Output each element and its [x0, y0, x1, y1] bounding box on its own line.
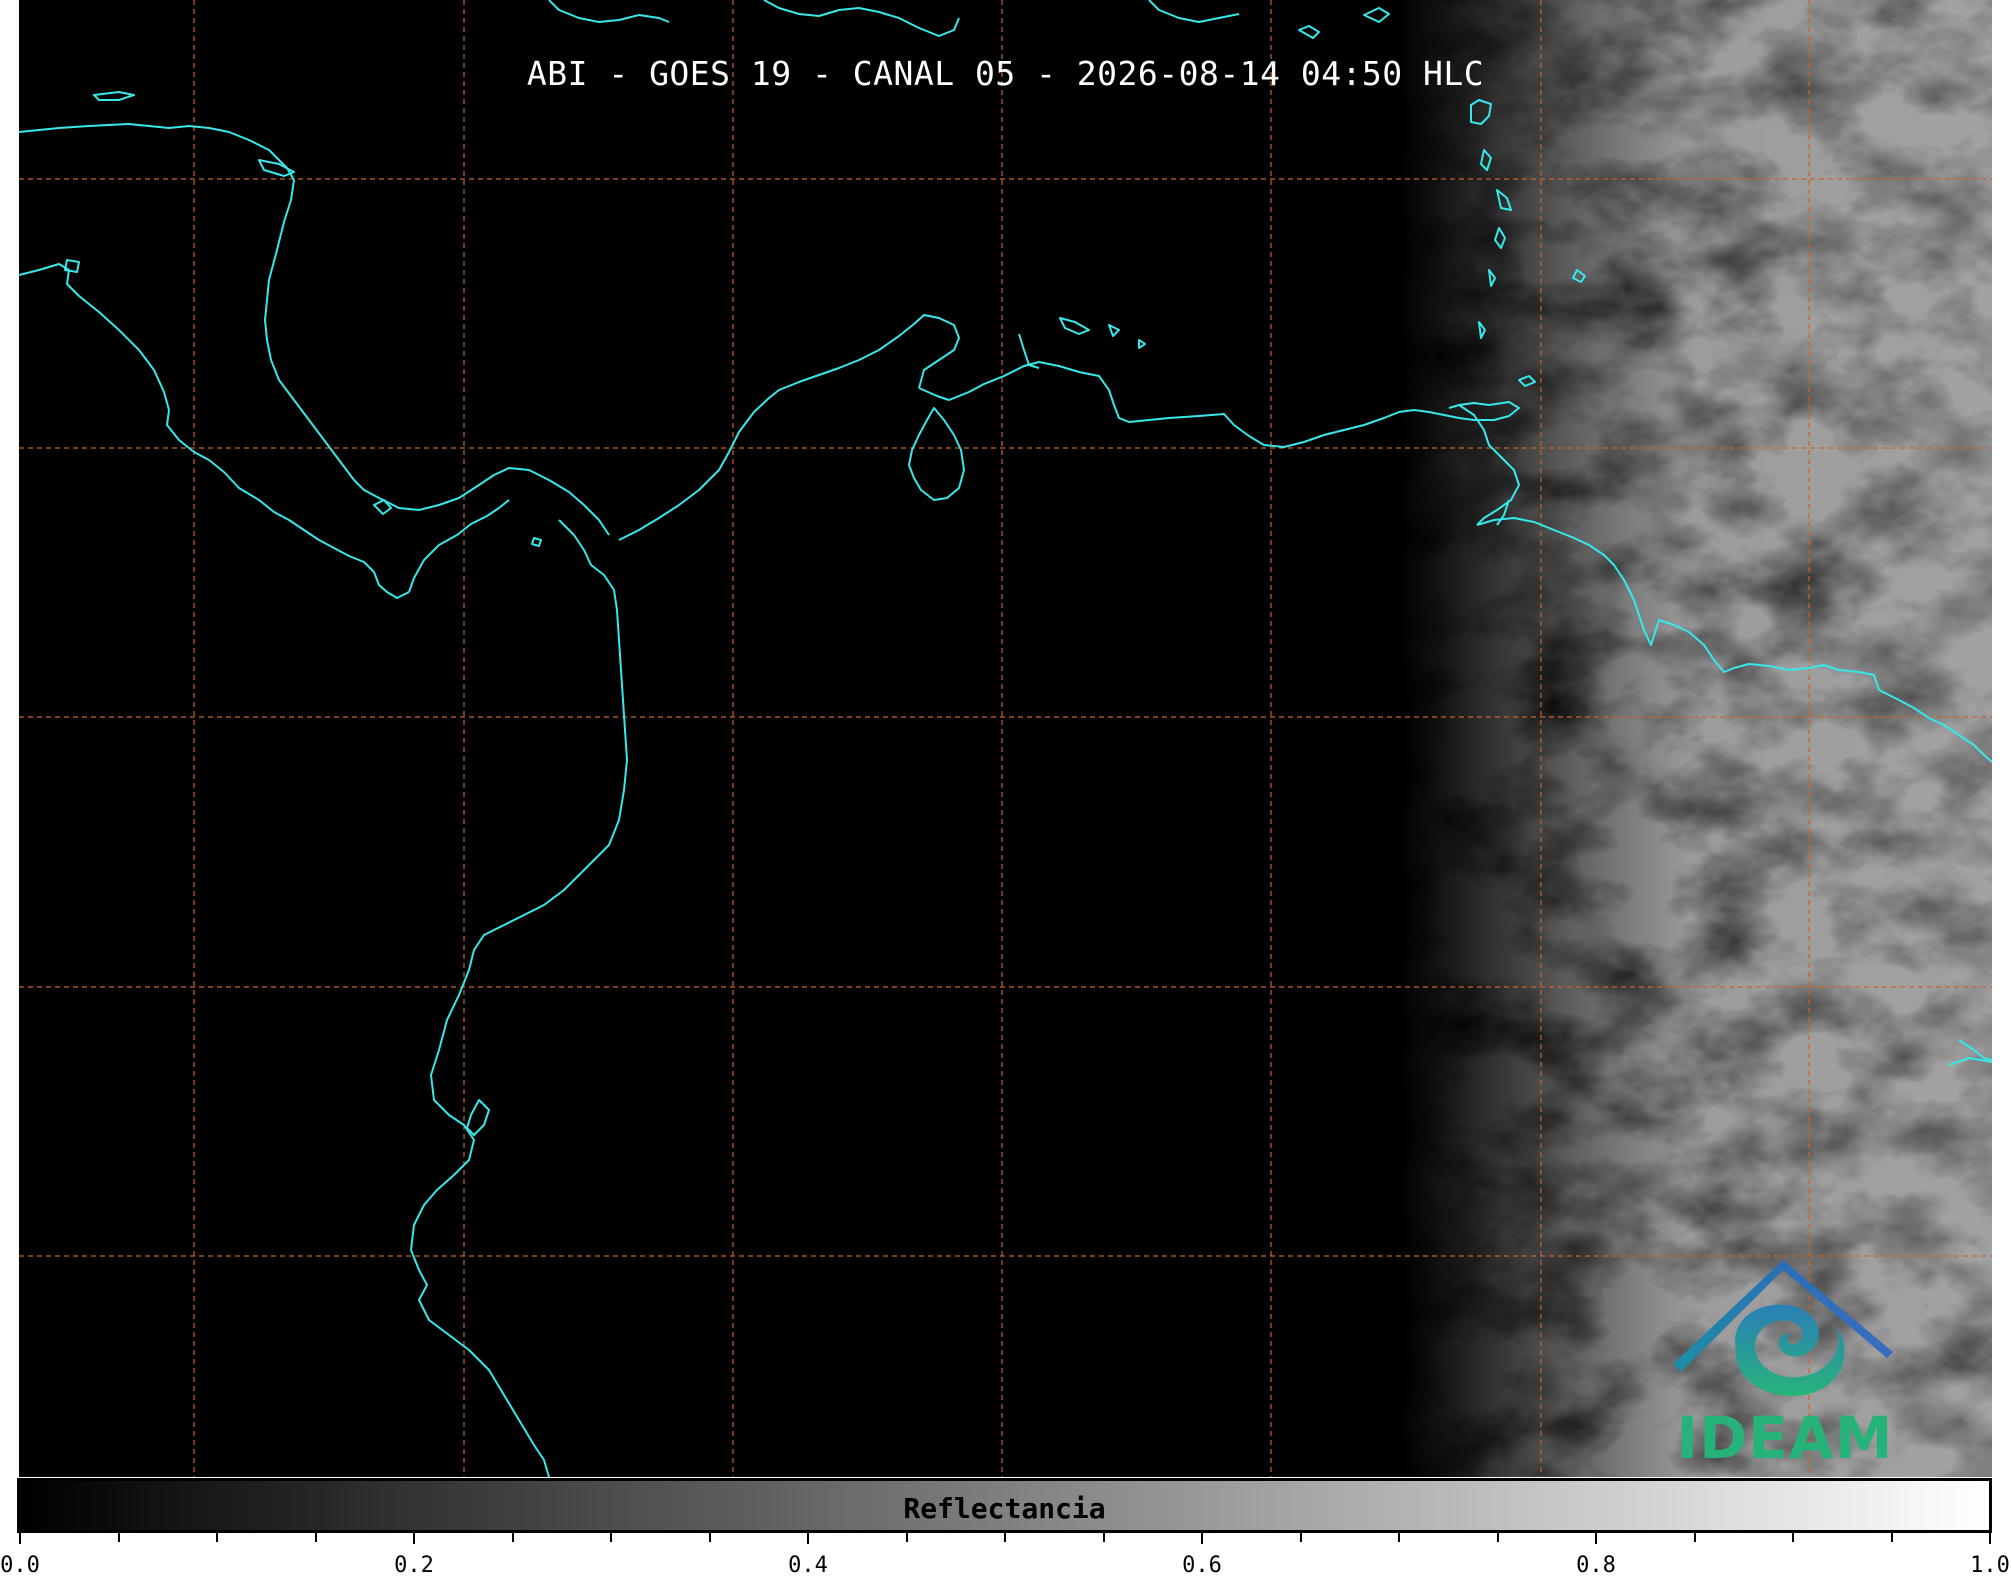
- colorbar-minor-tick: [314, 1533, 317, 1542]
- colorbar-tick-label: 1.0: [1970, 1553, 2010, 1578]
- ideam-logo: IDEAM: [1665, 1254, 1905, 1474]
- colorbar-minor-tick: [708, 1533, 711, 1542]
- ideam-logo-icon: [1673, 1260, 1893, 1397]
- ideam-logo-text: IDEAM: [1676, 1404, 1894, 1472]
- colorbar-major-tick: [19, 1533, 21, 1544]
- colorbar-minor-tick: [610, 1533, 612, 1542]
- colorbar-minor-tick: [1102, 1533, 1105, 1542]
- colorbar-tick-label: 0.6: [1182, 1553, 1222, 1578]
- colorbar-major-tick: [1989, 1533, 1991, 1544]
- colorbar-major-tick: [1595, 1533, 1597, 1544]
- colorbar-minor-tick: [1890, 1533, 1893, 1542]
- colorbar-minor-tick: [905, 1533, 908, 1542]
- colorbar-minor-tick: [1496, 1533, 1499, 1542]
- colorbar-label: Reflectancia: [903, 1492, 1106, 1525]
- colorbar-major-tick: [807, 1533, 809, 1544]
- colorbar-minor-tick: [216, 1533, 218, 1542]
- colorbar-tick-label: 0.0: [0, 1553, 40, 1578]
- colorbar-minor-tick: [511, 1533, 514, 1542]
- reflectance-colorbar: Reflectancia: [17, 1478, 1992, 1533]
- map-title: ABI - GOES 19 - CANAL 05 - 2026-08-14 04…: [526, 54, 1485, 93]
- satellite-map: ABI - GOES 19 - CANAL 05 - 2026-08-14 04…: [19, 0, 1992, 1477]
- colorbar-minor-tick: [1004, 1533, 1006, 1542]
- colorbar-tick-label: 0.4: [788, 1553, 828, 1578]
- colorbar-axis: 0.0 0.2 0.4 0.6 0.8 1.0: [0, 1533, 2010, 1578]
- colorbar-minor-tick: [1299, 1533, 1302, 1542]
- colorbar-minor-tick: [117, 1533, 120, 1542]
- colorbar-major-tick: [413, 1533, 415, 1544]
- colorbar-tick-label: 0.8: [1576, 1553, 1616, 1578]
- colorbar-tick-label: 0.2: [394, 1553, 434, 1578]
- colorbar-minor-tick: [1693, 1533, 1696, 1542]
- colorbar-major-tick: [1201, 1533, 1203, 1544]
- colorbar-minor-tick: [1792, 1533, 1794, 1542]
- colorbar-minor-tick: [1398, 1533, 1400, 1542]
